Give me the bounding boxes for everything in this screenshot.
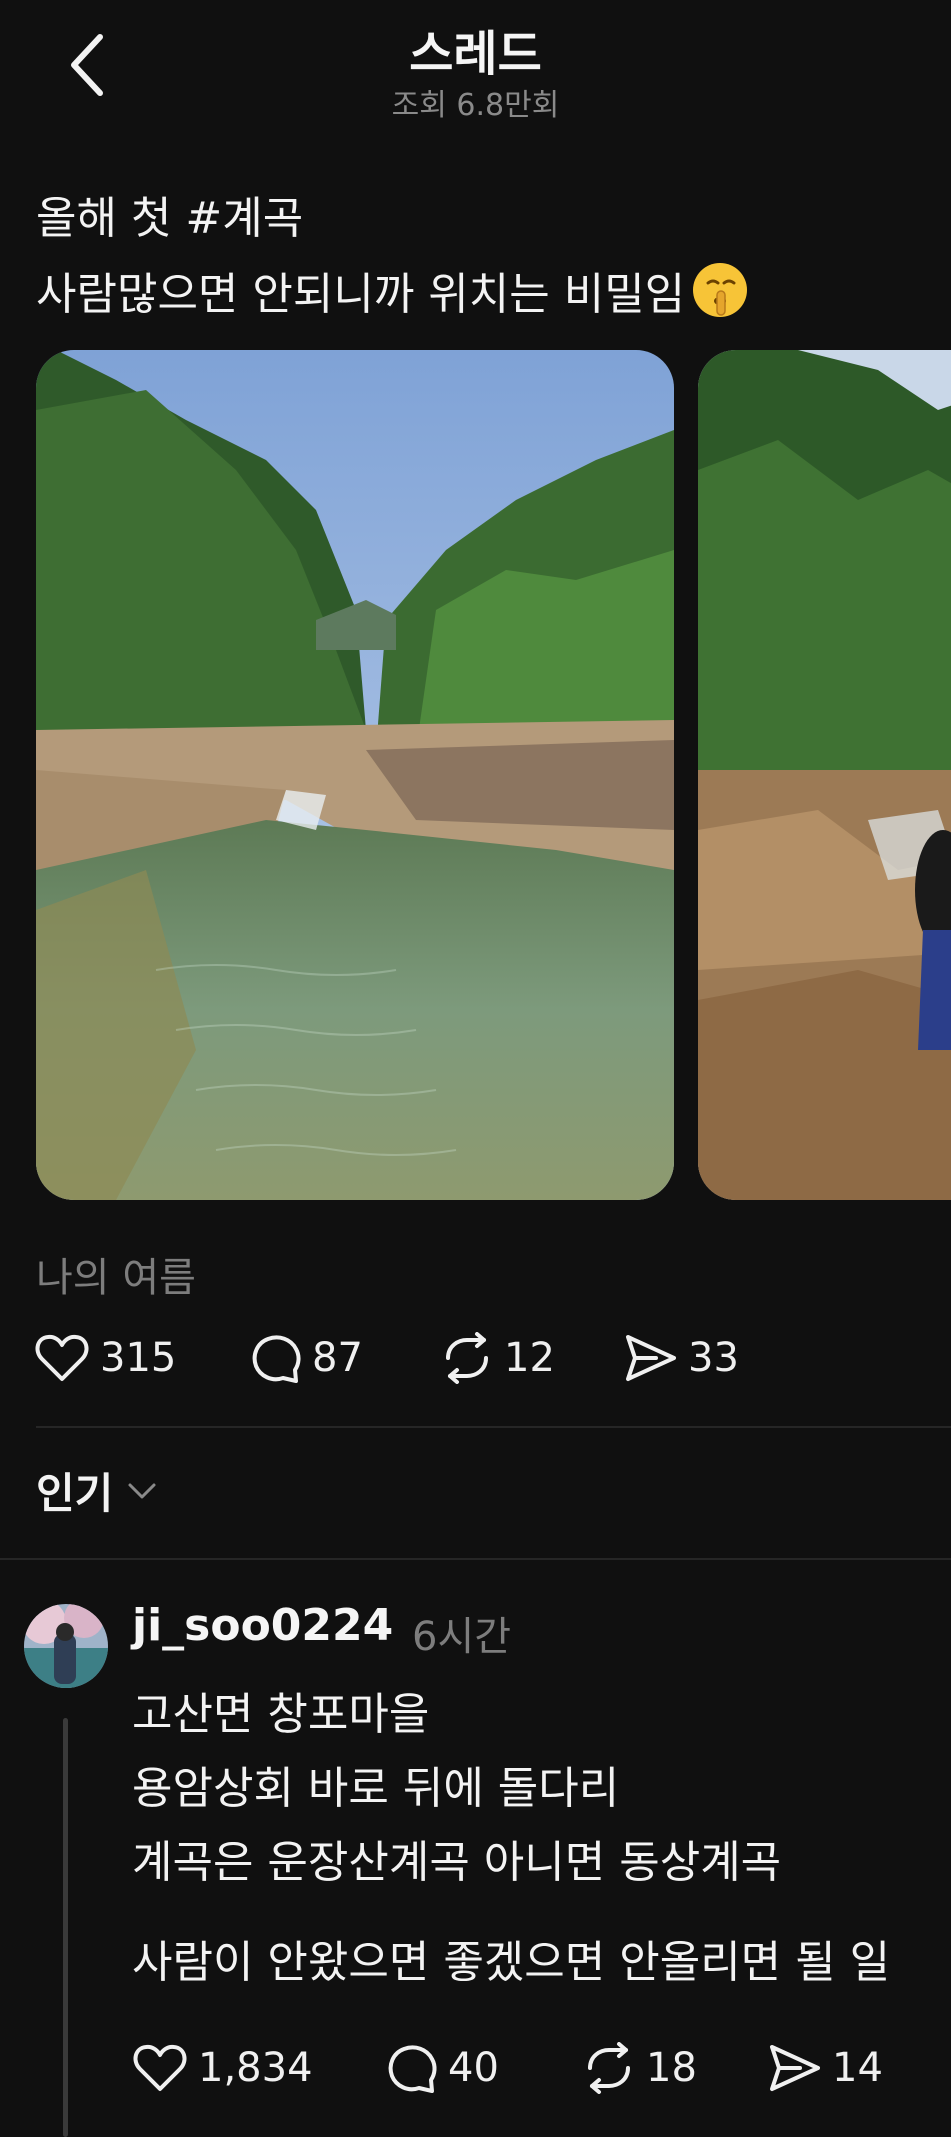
comment-timestamp: 6시간: [412, 1614, 512, 1660]
comment-button[interactable]: 87: [250, 1330, 363, 1386]
speech-bubble-icon: [388, 2045, 437, 2093]
divider: [0, 1558, 951, 1560]
stream-photo-2-illustration: [698, 350, 951, 1200]
divider: [36, 1426, 951, 1428]
like-count: 315: [100, 1335, 177, 1381]
repost-icon: [446, 1332, 488, 1384]
comment-reply-count: 40: [448, 2045, 499, 2091]
chevron-down-icon: [128, 1483, 156, 1498]
comment-reply-button[interactable]: 40: [386, 2040, 499, 2096]
send-icon: [770, 2045, 820, 2091]
comment-count: 87: [312, 1335, 363, 1381]
comment-text-line: 계곡은 운장산계곡 아니면 동상계곡: [132, 1837, 782, 1888]
post-photo[interactable]: [36, 350, 674, 1200]
speech-bubble-icon: [252, 1335, 301, 1383]
post-text-line-2: 사람많으면 안되니까 위치는 비밀임: [36, 258, 749, 322]
comment-text-line: 고산면 창포마을: [132, 1689, 430, 1740]
thread-line: [63, 1718, 68, 2137]
heart-icon: [35, 1334, 89, 1381]
share-button[interactable]: 33: [624, 1330, 739, 1386]
repost-count: 12: [504, 1335, 555, 1381]
shushing-face-icon: [691, 261, 749, 319]
like-button[interactable]: 315: [34, 1330, 176, 1386]
comment-text-line: 사람이 안왔으면 좋겠으면 안올리면 될 일: [132, 1937, 891, 1988]
comment-repost-count: 18: [646, 2045, 697, 2091]
view-count: 조회 6.8만회: [391, 88, 560, 123]
avatar[interactable]: [24, 1604, 108, 1688]
post-photo-2[interactable]: [698, 350, 951, 1200]
post-text-line: 올해 첫 #계곡: [36, 193, 304, 244]
heart-icon: [133, 2044, 187, 2091]
comment-like-button[interactable]: 1,834: [132, 2040, 313, 2096]
sort-label: 인기: [36, 1469, 114, 1518]
comment-repost-button[interactable]: 18: [582, 2040, 697, 2096]
post-text: 사람많으면 안되니까 위치는 비밀임: [36, 269, 686, 320]
stream-photo-illustration: [36, 350, 674, 1200]
comment-text-line: 용암상회 바로 뒤에 돌다리: [132, 1763, 620, 1814]
page-title: 스레드: [409, 26, 542, 82]
photo-caption: 나의 여름: [36, 1255, 196, 1301]
avatar-image: [24, 1604, 108, 1688]
share-count: 33: [688, 1335, 739, 1381]
comment-like-count: 1,834: [198, 2045, 313, 2091]
repost-icon: [588, 2042, 630, 2094]
comment-share-button[interactable]: 14: [768, 2040, 883, 2096]
comment-username[interactable]: ji_soo0224: [132, 1600, 393, 1651]
sort-dropdown[interactable]: 인기: [36, 1460, 157, 1521]
repost-button[interactable]: 12: [440, 1330, 555, 1386]
comment-share-count: 14: [832, 2045, 883, 2091]
send-icon: [626, 1335, 676, 1381]
